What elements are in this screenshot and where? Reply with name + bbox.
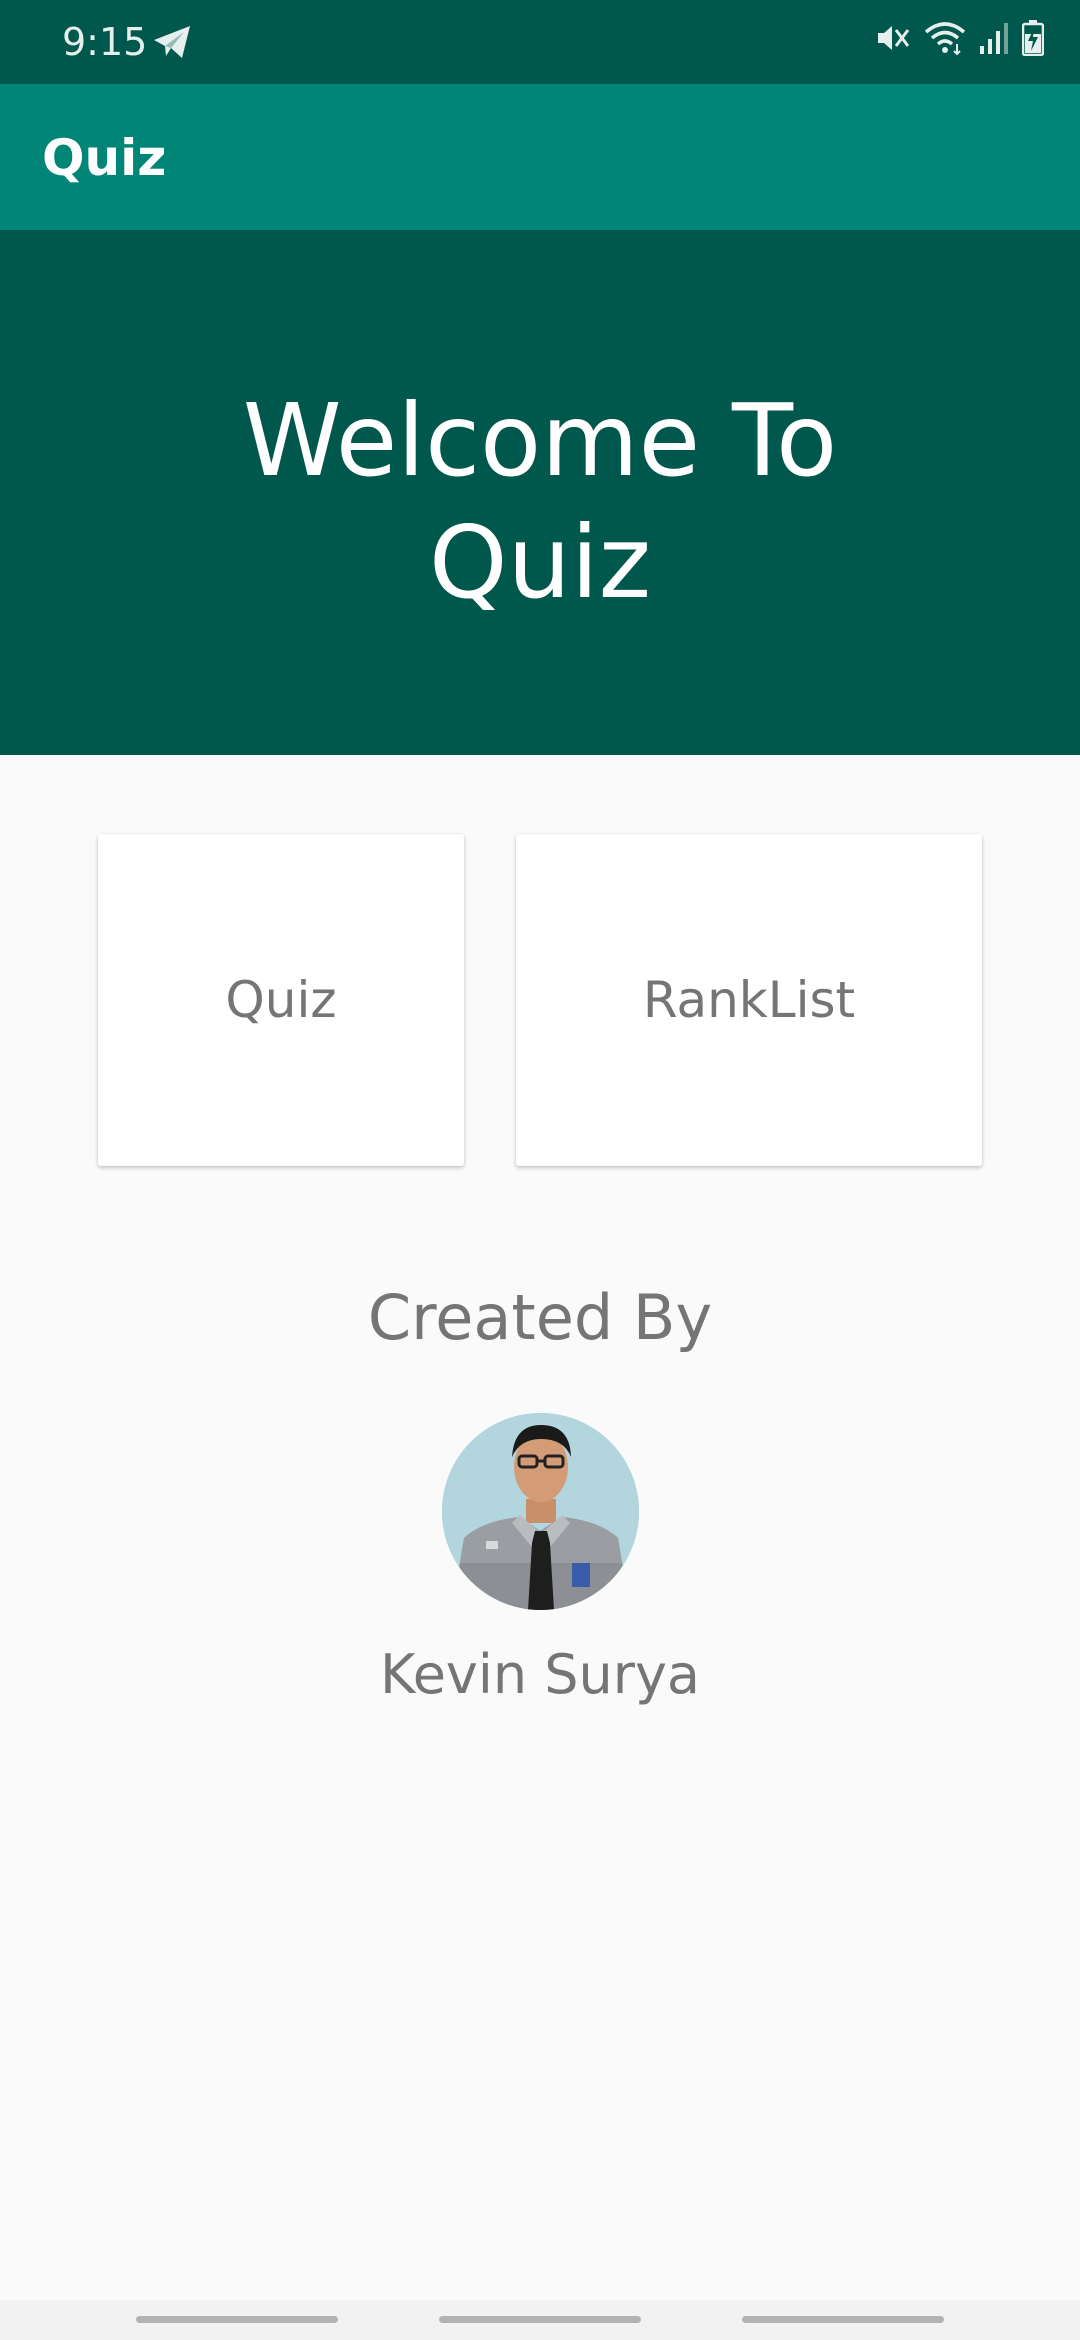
- recents-button[interactable]: [136, 2316, 338, 2323]
- ranklist-button-label: RankList: [642, 971, 856, 1029]
- welcome-banner: Welcome To Quiz: [0, 230, 1080, 755]
- welcome-title: Welcome To Quiz: [140, 380, 940, 624]
- app-bar: Quiz: [0, 84, 1080, 230]
- telegram-icon: [152, 24, 192, 60]
- mute-icon: [874, 20, 910, 56]
- battery-charging-icon: [1022, 20, 1044, 56]
- status-bar: 9:15: [0, 0, 1080, 84]
- quiz-button[interactable]: Quiz: [98, 834, 464, 1166]
- status-icons: [874, 20, 1044, 56]
- home-button[interactable]: [439, 2316, 641, 2323]
- ranklist-button[interactable]: RankList: [516, 834, 982, 1166]
- welcome-title-line1: Welcome To: [242, 382, 838, 499]
- quiz-button-label: Quiz: [225, 971, 337, 1029]
- status-time: 9:15: [62, 20, 148, 64]
- wifi-icon: [924, 20, 966, 56]
- creator-name: Kevin Surya: [379, 1643, 701, 1706]
- navigation-bar: [0, 2300, 1080, 2340]
- creator-avatar: [442, 1413, 639, 1610]
- back-button[interactable]: [742, 2316, 944, 2323]
- signal-icon: [980, 22, 1008, 54]
- created-by-heading: Created By: [367, 1281, 713, 1354]
- welcome-title-line2: Quiz: [428, 504, 652, 621]
- app-title: Quiz: [42, 129, 167, 187]
